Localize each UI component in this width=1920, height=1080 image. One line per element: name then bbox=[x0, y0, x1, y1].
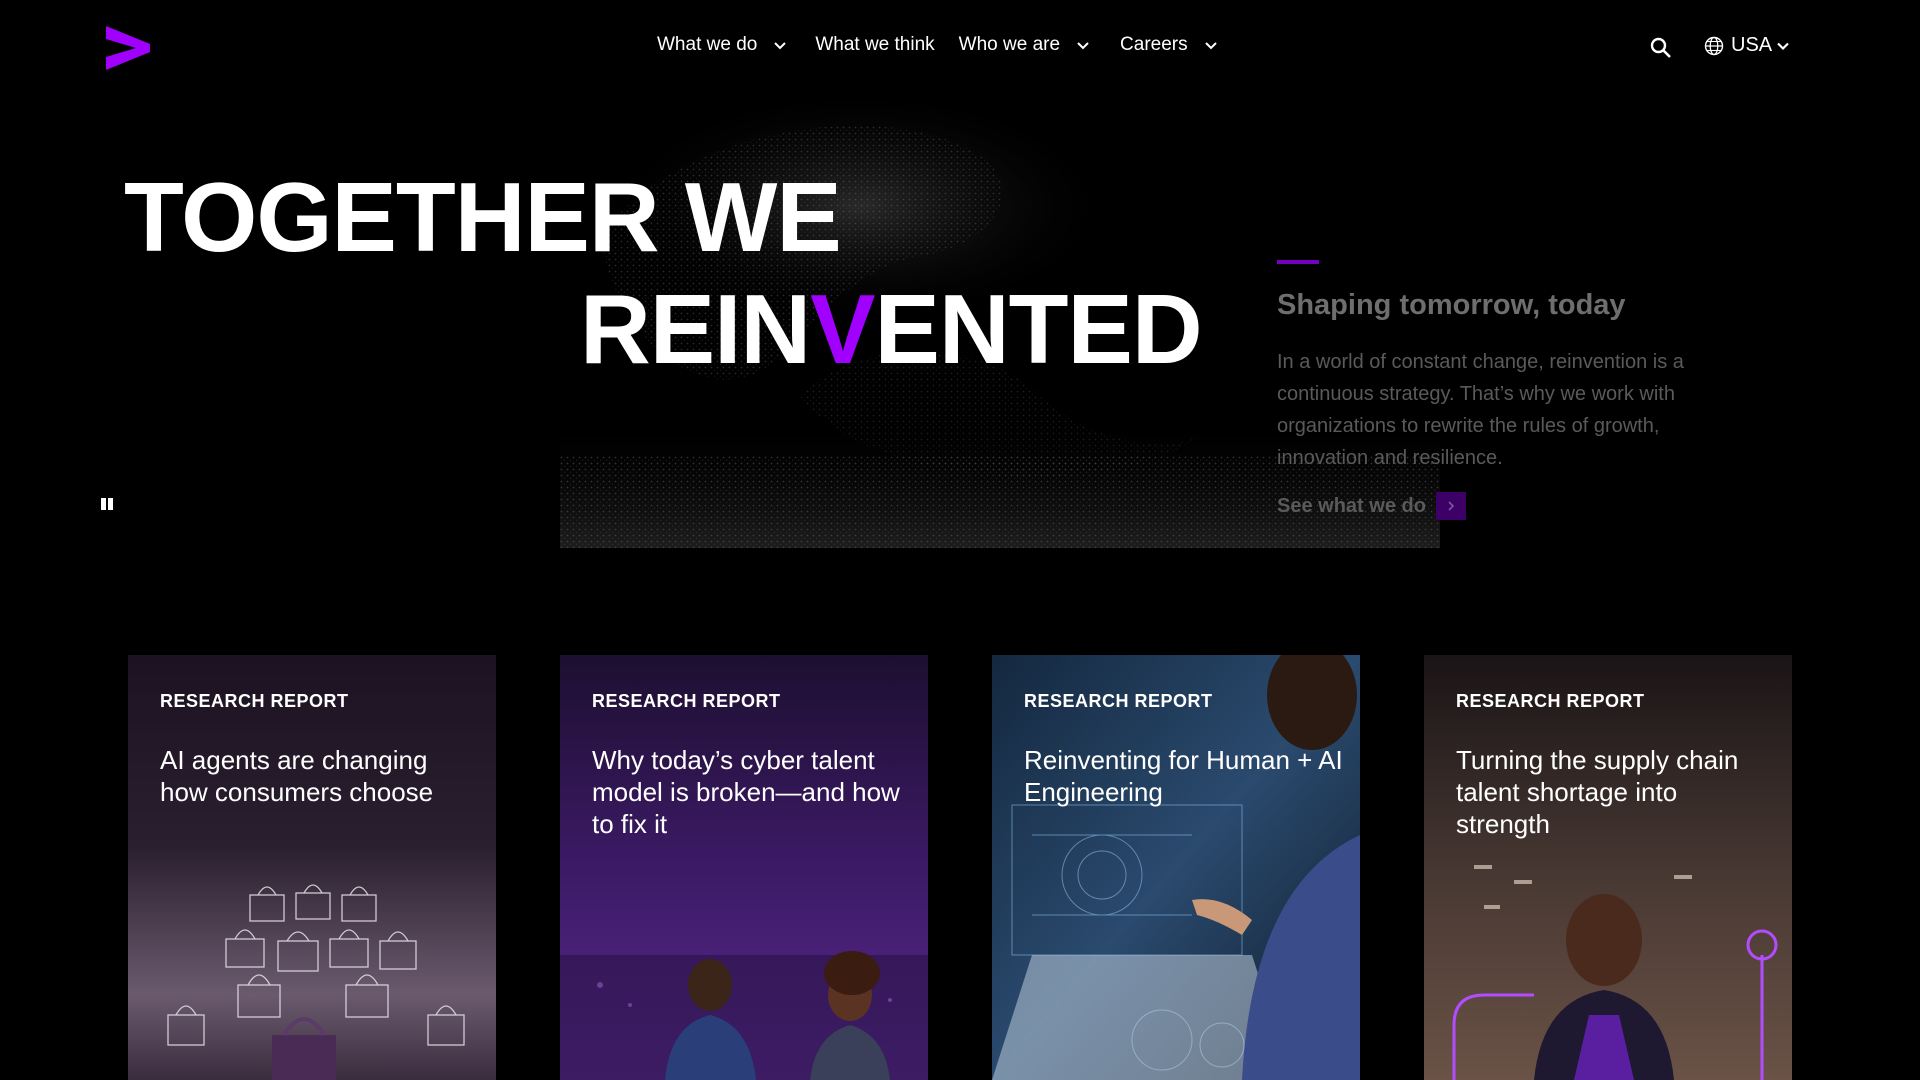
card-cyber-talent[interactable]: RESEARCH REPORT Why today’s cyber talent… bbox=[560, 655, 928, 1080]
chevron-down-icon bbox=[1077, 42, 1089, 50]
hero-headline-line-2: REINVENTED bbox=[580, 280, 1203, 378]
globe-icon bbox=[1704, 36, 1724, 55]
headline-accent-letter: V bbox=[810, 274, 875, 384]
nav-item-careers[interactable]: Careers bbox=[1120, 34, 1218, 56]
card-tag: RESEARCH REPORT bbox=[160, 691, 349, 711]
headline-text: ENTED bbox=[874, 274, 1203, 384]
hero-headline-line-1: TOGETHER WE bbox=[124, 162, 842, 272]
nav-item-label: What we do bbox=[657, 34, 758, 55]
card-human-ai-engineering[interactable]: RESEARCH REPORT Reinventing for Human + … bbox=[992, 655, 1360, 1080]
card-title: Reinventing for Human + AI Engineering bbox=[1024, 745, 1343, 807]
hero-section: TOGETHER WE REINVENTED Shaping tomorrow,… bbox=[0, 96, 1920, 548]
card-title: Turning the supply chain talent shortage… bbox=[1456, 745, 1739, 839]
accenture-logo[interactable] bbox=[104, 26, 150, 70]
locale-label: USA bbox=[1731, 34, 1773, 56]
card-ai-agents[interactable]: RESEARCH REPORT AI agents are changing h… bbox=[128, 655, 496, 1080]
chevron-down-icon bbox=[774, 42, 787, 50]
hero-subheading: Shaping tomorrow, today bbox=[1277, 289, 1626, 321]
card-tag: RESEARCH REPORT bbox=[1456, 691, 1645, 711]
nav-item-who-we-are[interactable]: Who we are bbox=[959, 34, 1090, 56]
card-title: AI agents are changing how consumers cho… bbox=[160, 745, 434, 807]
search-icon bbox=[1650, 37, 1671, 58]
search-button[interactable] bbox=[1649, 36, 1673, 60]
headline-text: REIN bbox=[580, 274, 811, 384]
chevron-down-icon bbox=[1204, 42, 1217, 50]
pause-icon bbox=[101, 498, 113, 510]
pause-button[interactable] bbox=[99, 496, 115, 512]
hero-body-text: In a world of constant change, reinventi… bbox=[1277, 351, 1684, 469]
logo-mark-icon bbox=[106, 26, 150, 70]
hero-accent-rule bbox=[1277, 260, 1319, 264]
chevron-right-icon bbox=[1435, 492, 1466, 520]
card-image-engineer bbox=[992, 655, 1360, 1080]
card-supply-chain[interactable]: RESEARCH REPORT Turning the supply chain… bbox=[1424, 655, 1792, 1080]
locale-selector[interactable]: USA bbox=[1704, 34, 1790, 57]
nav-item-what-we-think[interactable]: What we think bbox=[815, 34, 934, 56]
nav-item-label: Careers bbox=[1120, 34, 1188, 55]
nav-item-label: Who we are bbox=[958, 34, 1061, 55]
main-nav: What we do What we think Who we are Care… bbox=[657, 34, 1218, 56]
card-image-cyber-team bbox=[560, 655, 928, 1080]
chevron-down-icon bbox=[1777, 42, 1789, 50]
site-header: What we do What we think Who we are Care… bbox=[0, 0, 1920, 96]
nav-item-what-we-do[interactable]: What we do bbox=[657, 34, 787, 56]
card-tag: RESEARCH REPORT bbox=[1024, 691, 1213, 711]
card-image-handbags bbox=[128, 655, 496, 1080]
nav-item-label: What we think bbox=[815, 34, 935, 55]
cta-label: See what we do bbox=[1277, 494, 1426, 517]
see-what-we-do-link[interactable]: See what we do bbox=[1277, 492, 1466, 520]
card-title: Why today’s cyber talent model is broken… bbox=[592, 745, 900, 839]
card-image-warehouse-worker bbox=[1424, 655, 1792, 1080]
card-tag: RESEARCH REPORT bbox=[592, 691, 781, 711]
